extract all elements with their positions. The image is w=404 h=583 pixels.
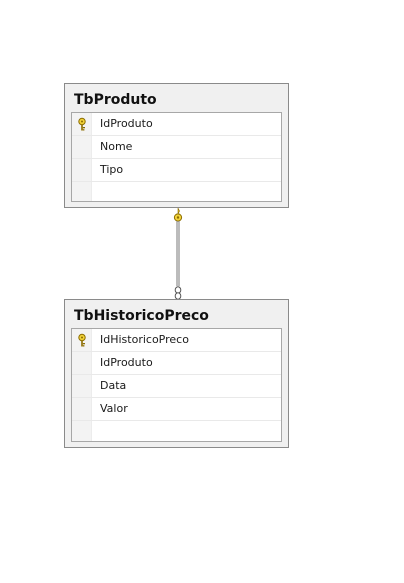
key-endpoint-icon [173,207,183,222]
row-selector [72,182,92,201]
row-selector [72,421,92,441]
column-row[interactable]: IdProduto [72,352,281,375]
row-selector [72,375,92,397]
table-title: TbProduto [74,92,157,108]
row-selector [72,159,92,181]
row-selector [72,113,92,135]
column-row[interactable]: Data [72,375,281,398]
row-selector [72,136,92,158]
table-tbhistoricopreco[interactable]: TbHistoricoPreco IdHistoricoPreco IdProd… [64,299,289,448]
column-name: Tipo [100,163,124,176]
column-row-empty [72,182,281,201]
column-row-empty [72,421,281,441]
infinity-endpoint-icon [174,286,182,300]
table-tbproduto[interactable]: TbProduto IdProduto Nome Tipo [64,83,289,208]
column-name: Nome [100,140,133,153]
column-name: IdProduto [100,117,153,130]
primary-key-icon [78,333,86,347]
table-title: TbHistoricoPreco [74,308,209,324]
column-row[interactable]: Nome [72,136,281,159]
relationship-line[interactable] [166,206,190,302]
primary-key-icon [78,117,86,131]
column-row[interactable]: IdProduto [72,113,281,136]
row-selector [72,352,92,374]
column-row[interactable]: Tipo [72,159,281,182]
column-row[interactable]: Valor [72,398,281,421]
column-name: Data [100,379,127,392]
column-name: IdHistoricoPreco [100,333,189,346]
row-selector [72,398,92,420]
column-list: IdHistoricoPreco IdProduto Data Valor [71,328,282,442]
column-row[interactable]: IdHistoricoPreco [72,329,281,352]
column-name: Valor [100,402,128,415]
row-selector [72,329,92,351]
column-list: IdProduto Nome Tipo [71,112,282,202]
column-name: IdProduto [100,356,153,369]
